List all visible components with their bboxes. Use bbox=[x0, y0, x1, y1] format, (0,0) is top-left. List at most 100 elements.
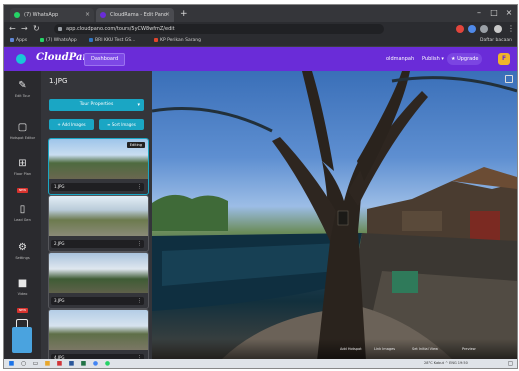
whatsapp-icon bbox=[40, 37, 44, 42]
bookmark-label: BRI KKU Test GS... bbox=[95, 38, 136, 43]
scene-image bbox=[49, 253, 148, 293]
reload-icon[interactable]: ↻ bbox=[33, 24, 40, 34]
publish-dropdown[interactable]: Publish ▾ bbox=[422, 53, 444, 65]
notification-icon[interactable]: ▢ bbox=[507, 360, 514, 367]
rail-item-settings[interactable]: ⚙ Settings bbox=[4, 239, 41, 275]
maximize-icon[interactable]: □ bbox=[489, 8, 499, 18]
screenshot-frame: (7) WhatsApp × CloudRama - Edit Pano × +… bbox=[3, 4, 518, 369]
chrome-icon[interactable]: ● bbox=[92, 360, 99, 367]
bookmark-apps[interactable]: Apps bbox=[10, 36, 27, 46]
set-initial-view-button[interactable]: Set Initial View bbox=[412, 346, 438, 352]
avatar[interactable]: F bbox=[498, 53, 510, 65]
rail-item-edit-tour[interactable]: ✎ Edit Tour bbox=[4, 77, 41, 113]
address-bar[interactable]: app.cloudpano.com/tours/5yCW8wfmZ/edit bbox=[54, 24, 384, 34]
windows-taskbar: ■ ○ ▭ ■ ■ ■ ■ ● ● 28°C Kabut ^ ENG 19:50… bbox=[4, 359, 517, 368]
browser-tab-cloudpano[interactable]: CloudRama - Edit Pano × bbox=[96, 8, 174, 22]
bookmark-bri[interactable]: BRI KKU Test GS... bbox=[89, 36, 135, 46]
kp-icon bbox=[154, 37, 158, 42]
system-tray[interactable]: 28°C Kabut ^ ENG 19:50 bbox=[424, 359, 468, 368]
extension-icon[interactable] bbox=[468, 25, 476, 33]
scene-image bbox=[49, 196, 148, 236]
gear-icon: ⚙ bbox=[18, 242, 27, 253]
bookmark-whatsapp[interactable]: (7) WhatsApp bbox=[40, 36, 77, 46]
search-icon[interactable]: ○ bbox=[20, 360, 27, 367]
sort-images-button[interactable]: ≡ Sort Images bbox=[99, 119, 144, 130]
word-icon[interactable]: ■ bbox=[68, 360, 75, 367]
dashboard-button[interactable]: Dashboard bbox=[84, 53, 126, 66]
forward-icon[interactable]: → bbox=[21, 24, 28, 34]
kebab-icon[interactable]: ⋮ bbox=[137, 240, 142, 248]
apps-grid-icon bbox=[10, 37, 14, 42]
url-text: app.cloudpano.com/tours/5yCW8wfmZ/edit bbox=[66, 26, 175, 32]
extensions-puzzle-icon[interactable] bbox=[480, 25, 488, 33]
rail-label: Floor Plan bbox=[13, 172, 32, 176]
window-icon: ▢ bbox=[17, 122, 28, 133]
rail-label: Lead Gen bbox=[14, 218, 31, 222]
rail-item-floor-plan[interactable]: ⊞ Floor Plan NEW bbox=[4, 155, 41, 193]
close-icon[interactable]: × bbox=[85, 8, 90, 22]
rail-item-hotspot-editor[interactable]: ▢ Hotspot Editor bbox=[4, 119, 41, 155]
bookmark-kp[interactable]: KP Perikan Sarang bbox=[154, 36, 201, 46]
new-badge: NEW bbox=[16, 188, 29, 193]
publish-label: Publish bbox=[422, 56, 440, 62]
kebab-icon[interactable]: ⋮ bbox=[137, 297, 142, 305]
plus-icon[interactable]: + bbox=[180, 8, 188, 20]
rail-label: Hotspot Editor bbox=[9, 136, 36, 140]
rail-item-video[interactable]: ■ Video NEW bbox=[4, 275, 41, 313]
bookmark-label: (7) WhatsApp bbox=[46, 38, 77, 43]
help-chat-button[interactable] bbox=[12, 327, 32, 353]
scene-thumbnail[interactable]: 3.JPG ⋮ bbox=[48, 252, 149, 309]
scene-panel: 1.JPG Tour Properties ▾ + Add Images ≡ S… bbox=[41, 71, 152, 366]
close-icon[interactable]: × bbox=[165, 8, 170, 22]
scene-thumbnail[interactable]: 4.JPG ⋮ bbox=[48, 309, 149, 366]
scene-name[interactable]: 1.JPG ⋮ bbox=[51, 183, 144, 191]
scene-name-text: 2.JPG bbox=[54, 241, 65, 246]
close-window-icon[interactable]: × bbox=[504, 8, 514, 18]
panorama-viewer[interactable]: Add Hotspot Link Images Set Initial View… bbox=[152, 71, 517, 359]
reading-list[interactable]: Daftar bacaan bbox=[480, 36, 512, 46]
preview-button[interactable]: Preview bbox=[462, 346, 476, 352]
cloudpano-icon bbox=[100, 12, 106, 18]
back-icon[interactable]: ← bbox=[9, 24, 16, 34]
pencil-icon: ✎ bbox=[18, 80, 27, 91]
button-label: Tour Properties bbox=[79, 102, 114, 107]
username: oldmanpah bbox=[386, 56, 415, 62]
tab-title: (7) WhatsApp bbox=[24, 12, 59, 18]
tour-properties-button[interactable]: Tour Properties ▾ bbox=[49, 99, 144, 111]
left-nav-rail: ✎ Edit Tour ▢ Hotspot Editor ⊞ Floor Pla… bbox=[4, 71, 41, 359]
rail-label: Edit Tour bbox=[14, 94, 31, 98]
rail-item-lead-gen[interactable]: ▯ Lead Gen bbox=[4, 201, 41, 237]
scene-thumbnail[interactable]: 2.JPG ⋮ bbox=[48, 195, 149, 252]
fullscreen-icon[interactable] bbox=[505, 75, 513, 83]
profile-icon[interactable] bbox=[494, 25, 502, 33]
chevron-down-icon: ▾ bbox=[137, 102, 140, 108]
task-view-icon[interactable]: ▭ bbox=[32, 360, 39, 367]
add-hotspot-button[interactable]: Add Hotspot bbox=[340, 346, 362, 352]
upgrade-button[interactable]: ★ Upgrade bbox=[447, 53, 483, 65]
add-images-button[interactable]: + Add Images bbox=[49, 119, 94, 130]
minimize-icon[interactable]: – bbox=[474, 8, 484, 18]
excel-icon[interactable]: ■ bbox=[80, 360, 87, 367]
device-icon: ▯ bbox=[19, 204, 26, 215]
app-icon[interactable]: ■ bbox=[56, 360, 63, 367]
panorama-scene bbox=[152, 71, 517, 359]
editing-badge: Editing bbox=[126, 142, 145, 148]
scene-image bbox=[49, 310, 148, 350]
windows-start-icon[interactable]: ■ bbox=[8, 360, 15, 367]
scene-thumbnail[interactable]: Editing 1.JPG ⋮ bbox=[48, 138, 149, 195]
file-explorer-icon[interactable]: ■ bbox=[44, 360, 51, 367]
lock-icon bbox=[58, 27, 62, 31]
chevron-down-icon: ▾ bbox=[441, 56, 444, 62]
kebab-icon[interactable]: ⋮ bbox=[137, 183, 142, 191]
whatsapp-icon[interactable]: ● bbox=[104, 360, 111, 367]
scene-name[interactable]: 2.JPG ⋮ bbox=[51, 240, 144, 248]
video-icon: ■ bbox=[17, 278, 28, 289]
whatsapp-icon bbox=[14, 12, 20, 18]
browser-tab-whatsapp[interactable]: (7) WhatsApp × bbox=[10, 8, 94, 22]
scene-name[interactable]: 3.JPG ⋮ bbox=[51, 297, 144, 305]
extension-icon[interactable] bbox=[456, 25, 464, 33]
rail-label: Video bbox=[17, 292, 28, 296]
menu-kebab-icon[interactable]: ⋮ bbox=[507, 24, 515, 34]
cloudpano-logo-icon bbox=[16, 54, 26, 64]
link-images-button[interactable]: Link Images bbox=[374, 346, 395, 352]
